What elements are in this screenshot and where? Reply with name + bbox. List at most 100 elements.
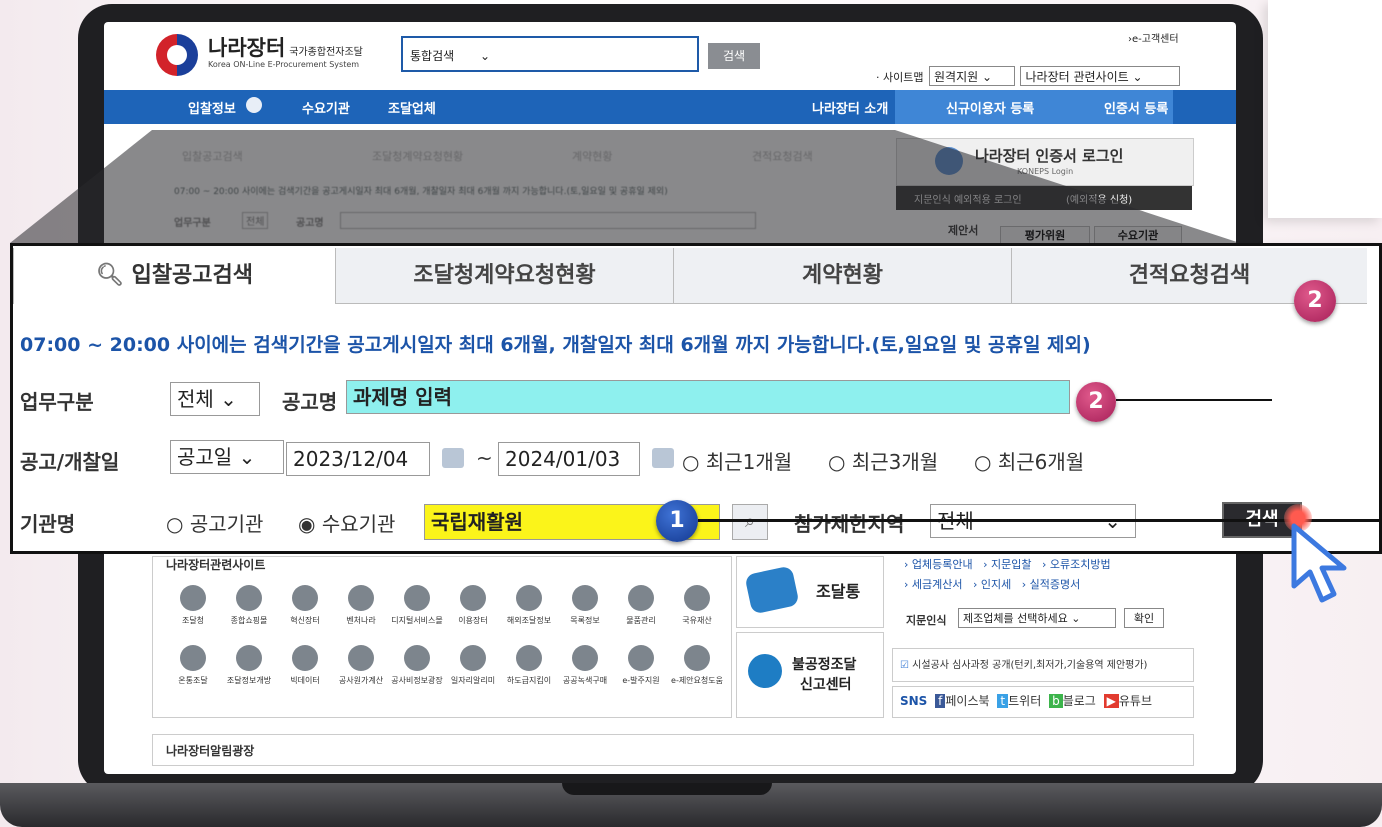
- related-site-label: 이용장터: [458, 616, 488, 625]
- notice-title-input[interactable]: 과제명 입력: [346, 380, 1070, 414]
- chevron-down-icon: ⌄: [220, 387, 237, 411]
- date-type-value: 공고일: [177, 445, 233, 469]
- youtube-link[interactable]: 유튜브: [1119, 694, 1152, 708]
- related-sites-title: 나라장터관련사이트: [166, 558, 266, 572]
- checklist-icon: ☑: [900, 660, 909, 671]
- date-from-input[interactable]: 2023/12/04: [286, 442, 430, 476]
- related-site-label: 해외조달정보: [506, 616, 552, 625]
- related-site-label: 공공녹색구매: [562, 676, 608, 685]
- bg-tab-request: 조달청계약요청현황: [372, 150, 464, 163]
- radio-recent-3month[interactable]: ○ 최근3개월: [828, 446, 938, 475]
- unfair-report-line2: 신고센터: [800, 677, 852, 693]
- related-site-link[interactable]: 이용장터: [446, 585, 500, 626]
- related-site-link[interactable]: 물품관리: [614, 585, 668, 626]
- link-registration-guide[interactable]: › 업체등록안내: [904, 558, 973, 571]
- related-site-link[interactable]: e-발주지원: [614, 645, 668, 686]
- radio-notice-org[interactable]: ○ 공고기관: [166, 508, 263, 537]
- nav-demand-agency[interactable]: 수요기관: [302, 98, 350, 117]
- notice-square-title: 나라장터알림광장: [166, 744, 255, 758]
- related-site-link[interactable]: 조달청: [166, 585, 220, 626]
- nav-bid-info[interactable]: 입찰정보: [188, 98, 236, 117]
- brand-title[interactable]: 나라장터 국가종합전자조달: [208, 32, 363, 62]
- fingerprint-apply-link[interactable]: (예외적용 신청): [1066, 191, 1132, 206]
- related-site-icon: [572, 645, 598, 671]
- laptop-notch: [562, 783, 772, 795]
- related-site-link[interactable]: 공사비정보광장: [390, 645, 444, 686]
- notice-square-bar: [152, 734, 1194, 766]
- related-site-link[interactable]: 종합쇼핑몰: [222, 585, 276, 626]
- related-site-link[interactable]: 빅데이터: [278, 645, 332, 686]
- work-type-select[interactable]: 전체 ⌄: [170, 382, 260, 416]
- bg-title-input: [340, 212, 756, 229]
- fingerprint-company-select[interactable]: 제조업체를 선택하세요 ⌄: [958, 608, 1116, 628]
- calendar-icon[interactable]: [442, 448, 464, 468]
- fingerprint-login-link[interactable]: 지문인식 예외적용 로그인: [914, 191, 1022, 206]
- related-site-link[interactable]: 디지털서비스몰: [390, 585, 444, 626]
- related-site-link[interactable]: 일자리알리미: [446, 645, 500, 686]
- ecustomer-link[interactable]: ›e-고객센터: [1128, 30, 1179, 45]
- related-site-link[interactable]: 조달정보개방: [222, 645, 276, 686]
- related-site-icon: [236, 645, 262, 671]
- tab-bid-notice-search[interactable]: 🔍︎ 입찰공고검색: [13, 248, 335, 304]
- links-row-2: › 세금계산서 › 인지세 › 실적증명서: [904, 576, 1080, 592]
- search-scope-label: 통합검색: [410, 49, 455, 63]
- jodaltong-label: 조달통: [816, 582, 861, 601]
- date-type-select[interactable]: 공고일 ⌄: [170, 440, 284, 474]
- related-site-link[interactable]: 공사원가계산: [334, 645, 388, 686]
- region-label: 참가제한지역: [794, 512, 905, 536]
- radio-recent-1month[interactable]: ○ 최근1개월: [682, 446, 792, 475]
- related-site-label: 빅데이터: [290, 676, 320, 685]
- link-performance-cert[interactable]: › 실적증명서: [1022, 578, 1081, 591]
- nav-about[interactable]: 나라장터 소개: [812, 98, 888, 117]
- related-site-label: 온통조달: [178, 676, 208, 685]
- related-site-link[interactable]: 온통조달: [166, 645, 220, 686]
- tab-procurement-request[interactable]: 조달청계약요청현황: [335, 248, 673, 304]
- bg-tab-contract: 계약현황: [572, 150, 613, 163]
- bg-tab-quote: 견적요청검색: [752, 150, 813, 163]
- date-to-input[interactable]: 2024/01/03: [498, 442, 640, 476]
- related-site-link[interactable]: e-제안요청도움: [670, 645, 724, 686]
- related-sites-label: 나라장터 관련사이트: [1025, 70, 1129, 84]
- radio-recent-6month[interactable]: ○ 최근6개월: [974, 446, 1084, 475]
- fingerprint-confirm-button[interactable]: 확인: [1124, 608, 1164, 628]
- cert-login-box[interactable]: 나라장터 인증서 로그인 KONEPS Login: [896, 138, 1194, 186]
- blog-link[interactable]: 블로그: [1063, 694, 1096, 708]
- cert-login-sub: KONEPS Login: [1017, 167, 1074, 176]
- radio-demand-org[interactable]: ◉ 수요기관: [298, 508, 395, 537]
- link-stamp-tax[interactable]: › 인지세: [973, 578, 1011, 591]
- brand-sub: 국가종합전자조달: [289, 47, 363, 58]
- related-site-link[interactable]: 국유재산: [670, 585, 724, 626]
- header-search-button[interactable]: 검색: [708, 43, 760, 69]
- blog-icon: b: [1049, 694, 1063, 708]
- twitter-link[interactable]: 트위터: [1008, 694, 1041, 708]
- nav-new-user[interactable]: 신규이용자 등록: [946, 98, 1034, 117]
- link-tax-invoice[interactable]: › 세금계산서: [904, 578, 963, 591]
- link-fingerprint-bid[interactable]: › 지문입찰: [983, 558, 1031, 571]
- related-site-link[interactable]: 해외조달정보: [502, 585, 556, 626]
- tab-contract-status[interactable]: 계약현황: [673, 248, 1011, 304]
- related-site-link[interactable]: 벤처나라: [334, 585, 388, 626]
- calendar-icon[interactable]: [652, 448, 674, 468]
- facebook-link[interactable]: 페이스북: [945, 694, 989, 708]
- remote-support-select[interactable]: 원격지원 ⌄: [928, 66, 1015, 86]
- step-badge-2-marker: 2: [1076, 382, 1116, 422]
- related-sites-select[interactable]: 나라장터 관련사이트 ⌄: [1020, 66, 1181, 86]
- nav-supplier[interactable]: 조달업체: [388, 98, 436, 117]
- org-search-icon[interactable]: ⌕: [732, 504, 768, 540]
- search-scope-select[interactable]: 통합검색 ⌄: [410, 47, 490, 64]
- facility-review-link[interactable]: ☑ 시설공사 심사과정 공개(턴키,최저가,기술용역 제안평가): [900, 656, 1147, 671]
- link-error-fix[interactable]: › 오류조치방법: [1042, 558, 1111, 571]
- nav-cert-register[interactable]: 인증서 등록: [1104, 98, 1168, 117]
- chevron-down-icon: ⌄: [480, 49, 491, 63]
- bg-evaluator-button[interactable]: 평가위원: [1000, 226, 1090, 244]
- related-site-link[interactable]: 목록정보: [558, 585, 612, 626]
- search-icon: 🔍︎: [95, 263, 124, 288]
- background-search-panel: 입찰공고검색 조달청계약요청현황 계약현황 견적요청검색 07:00 ~ 20:…: [152, 138, 892, 248]
- related-site-icon: [628, 645, 654, 671]
- tab-bid-notice-label: 입찰공고검색: [131, 263, 254, 288]
- related-site-link[interactable]: 공공녹색구매: [558, 645, 612, 686]
- related-site-link[interactable]: 혁신장터: [278, 585, 332, 626]
- sitemap-link[interactable]: · 사이트맵: [876, 71, 923, 84]
- related-site-link[interactable]: 하도급지킴이: [502, 645, 556, 686]
- bg-demand-button[interactable]: 수요기관: [1094, 226, 1182, 244]
